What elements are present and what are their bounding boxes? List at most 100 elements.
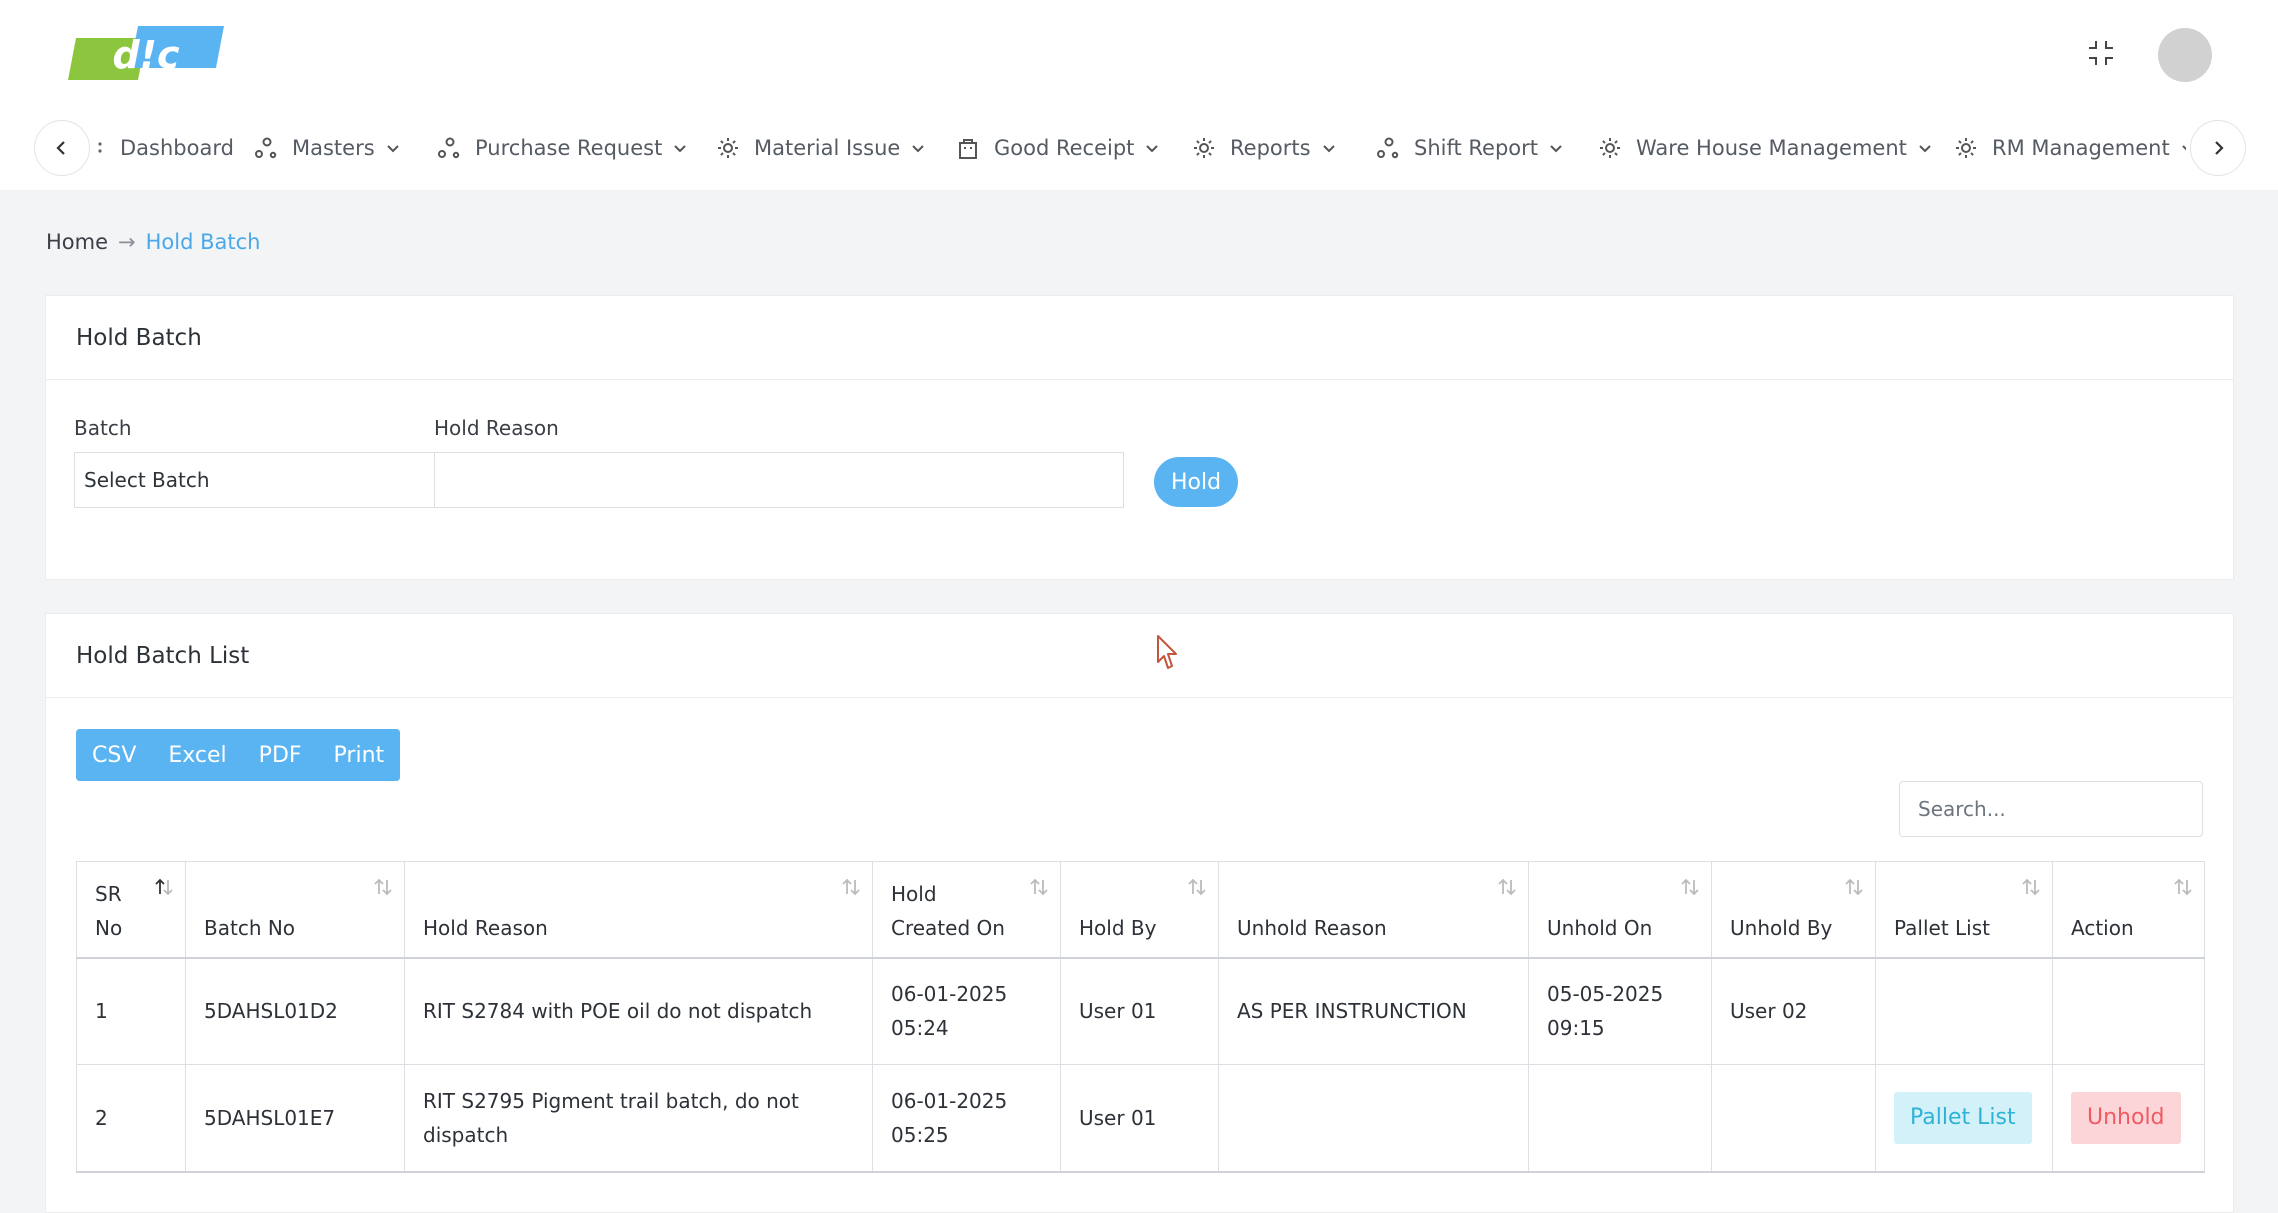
cell-unhold-by [1711, 1064, 1876, 1173]
sort-icon [2022, 878, 2040, 896]
chevron-down-icon [910, 140, 926, 156]
nav-item-label: Masters [292, 136, 375, 160]
cell-hold-reason: RIT S2795 Pigment trail batch, do not di… [404, 1064, 873, 1173]
column-header-label: Pallet List [1894, 915, 1990, 940]
nav-item-masters[interactable]: Masters [254, 106, 401, 190]
cell-sr-no: 1 [76, 957, 186, 1065]
gear-icon [716, 136, 740, 160]
cell-action [2052, 957, 2205, 1065]
nav-item-shift-report[interactable]: Shift Report [1376, 106, 1564, 190]
nav-item-material-issue[interactable]: Material Issue [716, 106, 926, 190]
cell-pallet-list [1875, 957, 2053, 1065]
column-header-sr-no[interactable]: SR No [76, 861, 186, 959]
cell-hold-by: User 01 [1060, 957, 1219, 1065]
nav-item-label: Shift Report [1414, 136, 1539, 160]
compress-icon[interactable] [2085, 37, 2117, 69]
search-input[interactable] [1899, 781, 2203, 837]
nav-item-label: Reports [1230, 136, 1311, 160]
nav-item-ware-house-management[interactable]: Ware House Management [1598, 106, 1933, 190]
cell-hold-created-on: 06-01-2025 05:24 [872, 957, 1061, 1065]
cell-sr-no: 2 [76, 1064, 186, 1173]
breadcrumb-current: Hold Batch [145, 230, 261, 254]
nav-item-label: Purchase Request [475, 136, 663, 160]
gear-icon [1598, 136, 1622, 160]
column-header-label: Action [2071, 915, 2134, 940]
cell-unhold-reason [1218, 1064, 1529, 1173]
column-header-unhold-on[interactable]: Unhold On [1528, 861, 1712, 959]
column-header-hold-by[interactable]: Hold By [1060, 861, 1219, 959]
nav-scroll-left-button[interactable] [34, 120, 90, 176]
column-header-label: Hold Reason [423, 915, 548, 940]
nav-item-reports[interactable]: Reports [1192, 106, 1337, 190]
nav-item-label: Material Issue [754, 136, 901, 160]
dashboard-icon [96, 136, 106, 160]
nav-item-dashboard[interactable]: Dashboard [96, 106, 234, 190]
column-header-unhold-reason[interactable]: Unhold Reason [1218, 861, 1529, 959]
column-header-hold-created-on[interactable]: Hold Created On [872, 861, 1061, 959]
export-button-group: CSV Excel PDF Print [76, 729, 401, 781]
sort-icon [842, 878, 860, 896]
hold-batch-list-title: Hold Batch List [46, 614, 2233, 698]
nav-item-label: Ware House Management [1636, 136, 1907, 160]
logo-text: d!c [112, 33, 180, 77]
nav-item-purchase-request[interactable]: Purchase Request [437, 106, 688, 190]
nodes-icon [254, 136, 278, 160]
hold-batch-list-card: Hold Batch List CSV Excel PDF Print SR N… [45, 613, 2234, 1213]
company-logo[interactable]: d!c [68, 24, 224, 82]
chevron-left-icon [56, 141, 65, 155]
chevron-down-icon [2180, 140, 2186, 156]
pallet-list-button[interactable]: Pallet List [1894, 1091, 2032, 1144]
hold-reason-input[interactable] [434, 452, 1124, 508]
cell-action: Unhold [2052, 1064, 2205, 1173]
breadcrumb-separator: → [118, 230, 136, 254]
cell-hold-reason: RIT S2784 with POE oil do not dispatch [404, 957, 873, 1065]
cell-batch-no: 5DAHSL01E7 [185, 1064, 405, 1173]
hold-batch-title: Hold Batch [46, 296, 2233, 380]
column-header-hold-reason[interactable]: Hold Reason [404, 861, 873, 959]
column-header-label: Unhold By [1730, 915, 1833, 940]
nav-item-good-receipt[interactable]: Good Receipt [956, 106, 1160, 190]
nav-item-label: RM Management [1992, 136, 2170, 160]
table-row: 1 5DAHSL01D2 RIT S2784 with POE oil do n… [76, 957, 2205, 1065]
gear-icon [1954, 136, 1978, 160]
column-header-pallet-list[interactable]: Pallet List [1875, 861, 2053, 959]
cell-batch-no: 5DAHSL01D2 [185, 957, 405, 1065]
sort-icon [374, 878, 392, 896]
print-button[interactable]: Print [317, 729, 401, 781]
sort-icon [1188, 878, 1206, 896]
mouse-cursor-icon [1157, 635, 1177, 669]
cell-unhold-reason: AS PER INSTRUNCTION [1218, 957, 1529, 1065]
csv-button[interactable]: CSV [76, 729, 153, 781]
sort-icon [1845, 878, 1863, 896]
chevron-right-icon [2215, 141, 2224, 155]
nav-item-rm-management[interactable]: RM Management [1954, 106, 2186, 190]
batch-select[interactable]: Select Batch [74, 452, 436, 508]
column-header-label: Unhold Reason [1237, 915, 1387, 940]
chevron-down-icon [1548, 140, 1564, 156]
table-header-row: SR No Batch No Hold Reason Hold Created … [76, 861, 2205, 959]
sort-asc-icon [155, 878, 173, 896]
nav-items: Dashboard Masters Purchase Request Mater… [96, 106, 2186, 190]
batch-label: Batch [74, 416, 132, 440]
column-header-unhold-by[interactable]: Unhold By [1711, 861, 1876, 959]
main-navbar: Dashboard Masters Purchase Request Mater… [0, 106, 2278, 190]
hold-reason-label: Hold Reason [434, 416, 559, 440]
excel-button[interactable]: Excel [152, 729, 243, 781]
user-avatar[interactable] [2158, 28, 2212, 82]
top-bar: d!c [0, 0, 2278, 106]
chevron-down-icon [1321, 140, 1337, 156]
bag-icon [956, 136, 980, 160]
pdf-button[interactable]: PDF [242, 729, 318, 781]
column-header-label: Unhold On [1547, 915, 1653, 940]
unhold-button[interactable]: Unhold [2071, 1091, 2181, 1144]
chevron-down-icon [1144, 140, 1160, 156]
nav-item-label: Good Receipt [994, 136, 1135, 160]
breadcrumb-home-link[interactable]: Home [46, 230, 108, 254]
column-header-label: Hold By [1079, 915, 1157, 940]
column-header-batch-no[interactable]: Batch No [185, 861, 405, 959]
hold-button[interactable]: Hold [1154, 457, 1238, 507]
column-header-action[interactable]: Action [2052, 861, 2205, 959]
nav-scroll-right-button[interactable] [2190, 120, 2246, 176]
cell-unhold-by: User 02 [1711, 957, 1876, 1065]
column-header-label: Batch No [204, 915, 296, 940]
